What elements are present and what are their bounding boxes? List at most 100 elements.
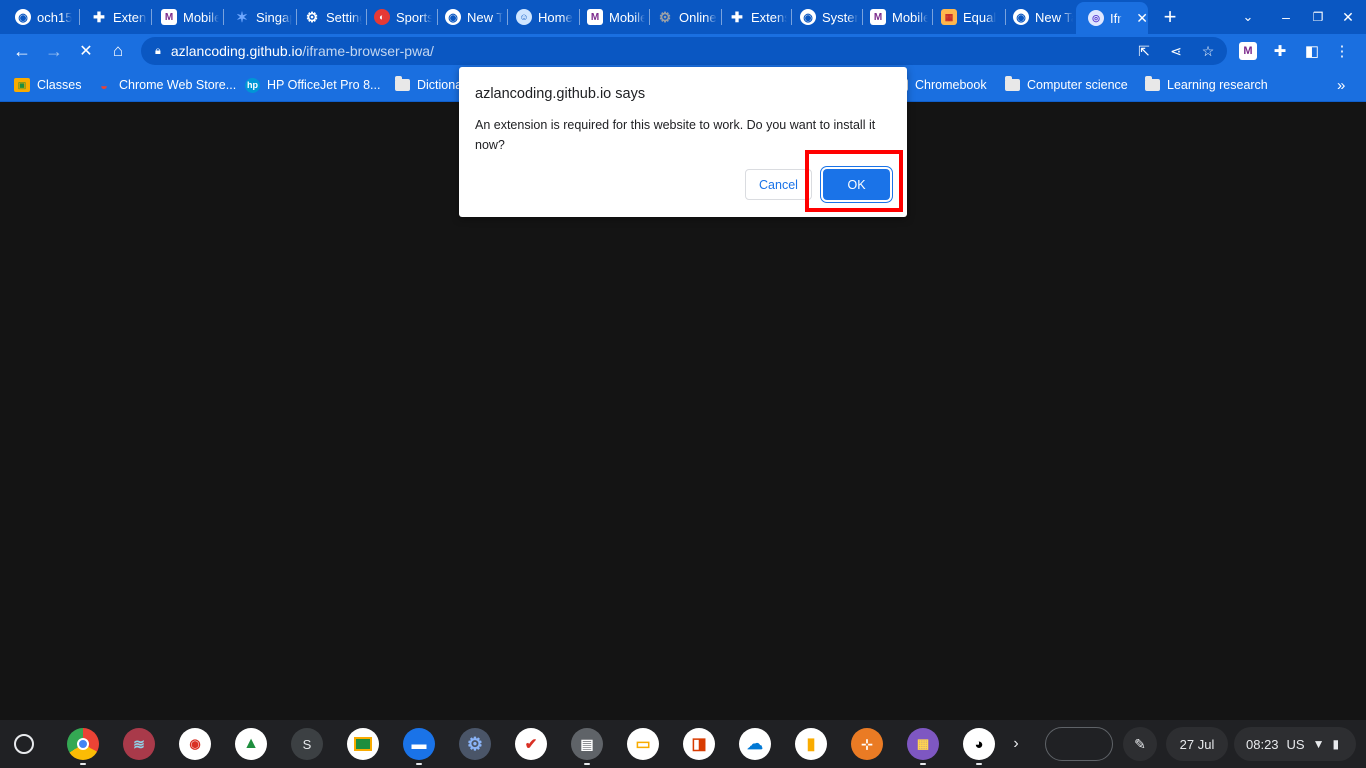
date-tray[interactable]: 27 Jul [1166,727,1228,761]
classroom-icon: ▣ [14,78,30,92]
tab-13[interactable]: M Mobile [858,3,928,31]
lock-icon[interactable]: 🔒︎ [155,45,161,58]
extensions-puzzle-icon[interactable]: ✚ [1271,42,1289,60]
running-indicator [416,763,422,765]
back-button[interactable]: ← [9,38,35,64]
restore-window-button[interactable]: ❐ [1307,6,1329,28]
open-in-app-icon[interactable]: ⇱ [1135,42,1153,60]
onedrive-app-icon[interactable]: ☁ [739,728,771,760]
url-path: /iframe-browser-pwa/ [302,43,434,59]
bookmark-hp-officejet[interactable]: hp HP OfficeJet Pro 8... [245,76,380,94]
wifi-icon: ▼ [1312,737,1325,751]
bookmark-chrome-web-store[interactable]: ◒ Chrome Web Store... [96,76,236,94]
s-app-icon[interactable]: S [291,728,323,760]
bookmark-folder-learning-research[interactable]: Learning research [1145,76,1268,94]
url-host: azlancoding.github.io [170,43,303,59]
gear-icon: ⚙ [658,8,672,25]
close-window-button[interactable]: ✕ [1337,6,1359,28]
more-bookmarks-chevron-icon[interactable]: » [1337,76,1345,94]
battery-icon: ▮ [1332,737,1340,751]
folder-icon [1145,76,1160,91]
tab-3[interactable]: M Mobile [149,3,219,31]
ok-highlight-box [805,150,903,212]
tab-10[interactable]: ⚙ Online [645,3,717,31]
bookmark-folder-computer-science[interactable]: Computer science [1005,76,1128,94]
side-panel-icon[interactable]: ◧ [1303,42,1321,60]
tab-14[interactable]: ▦ Equal [929,3,1001,31]
forward-button[interactable]: → [41,38,67,64]
mail-app-icon[interactable]: ✔ [515,728,547,760]
bookmark-star-icon[interactable]: ☆ [1199,42,1217,60]
bookmark-classes[interactable]: ▣ Classes [14,76,81,94]
home-button[interactable]: ⌂ [105,38,131,64]
chrome-icon: ◉ [15,9,31,25]
webstore-icon: ◒ [100,77,108,93]
tab-5[interactable]: ⚙Settings [292,3,362,31]
tab-9[interactable]: M Mobile [575,3,645,31]
new-tab-button[interactable]: + [1159,4,1181,29]
chevron-right-icon[interactable]: › [1001,728,1031,760]
tab-4[interactable]: ✶Singapore [222,3,292,31]
puzzle-icon: ✚ [731,8,743,25]
address-bar[interactable]: 🔒︎ azlancoding.github.io/iframe-browser-… [141,37,1227,65]
minimize-window-button[interactable]: – [1275,6,1297,28]
chrome-icon: ◉ [1013,9,1029,25]
running-indicator [584,763,590,765]
settings-app-icon[interactable]: ⚙ [459,728,491,760]
tab-active[interactable]: ◎ Ifr ✕ [1076,2,1148,34]
menu-kebab-icon[interactable]: ⋮ [1333,42,1351,60]
folder-icon [395,76,410,91]
drive-app-icon[interactable]: ▲ [235,728,267,760]
clock-time: 08:23 [1246,736,1279,752]
iframe-browser-icon: ◎ [1088,10,1104,26]
date-text: 27 Jul [1179,736,1215,752]
puzzle-icon: ✚ [93,8,105,25]
tab-8[interactable]: ☺ Home [504,3,578,31]
tab-11[interactable]: ✚Extensions [717,3,787,31]
tab-2[interactable]: ✚Extensions [79,3,147,31]
dialog-title: azlancoding.github.io says [475,86,646,102]
tab-12[interactable]: ◉System [788,3,858,31]
bookmark-folder-dictionary[interactable]: Dictiona [395,76,462,94]
office-app-icon[interactable]: ◨ [683,728,715,760]
tab-strip: ◉och15 ✚Extensions MMobile ✶Singapore ⚙S… [0,0,1366,34]
classroom-app-icon[interactable] [347,728,379,760]
canvas-app-icon[interactable]: ▦ [907,728,939,760]
mobile-icon: M [587,9,603,25]
tab-6[interactable]: ◐ Sports [362,3,432,31]
tab-15[interactable]: ◉New Tab [1001,3,1073,31]
keyboard-locale: US [1286,736,1305,752]
tab-search-chevron-icon[interactable]: ⌄ [1237,6,1259,28]
bookmark-folder-chromebook[interactable]: Chromebook [893,76,987,94]
network-app-icon[interactable]: ⊹ [851,728,883,760]
close-tab-icon[interactable]: ✕ [1136,10,1148,27]
launcher-button[interactable] [14,734,34,754]
tab-1[interactable]: ◉ och15 [3,3,75,31]
tab-7[interactable]: ◉New Tab [433,3,503,31]
stop-loading-button[interactable]: ✕ [73,38,99,64]
running-indicator [976,763,982,765]
running-indicator [920,763,926,765]
stylus-pen-icon[interactable]: ✎ [1123,727,1157,761]
docker-app-icon[interactable]: ≋ [123,728,155,760]
docs-app-icon[interactable]: ▤ [571,728,603,760]
globe-icon: ✶ [236,8,248,25]
chrome-icon: ◉ [800,9,816,25]
status-tray[interactable]: 08:23 US ▼ ▮ [1234,727,1356,761]
camera-app-icon[interactable]: ◉ [179,728,211,760]
folder-icon [1005,76,1020,91]
holding-space-tray[interactable] [1045,727,1113,761]
files-app-icon[interactable]: ▬ [403,728,435,760]
share-icon[interactable]: ⋖ [1167,42,1185,60]
slides-app-icon[interactable]: ▭ [627,728,659,760]
browser-toolbar: ← → ✕ ⌂ 🔒︎ azlancoding.github.io/iframe-… [0,34,1366,68]
chrome-icon: ◉ [445,9,461,25]
cancel-button[interactable]: Cancel [745,169,812,200]
mobile-extension-icon[interactable]: M [1239,42,1257,60]
chrome-app-icon[interactable] [67,728,99,760]
github-app-icon[interactable]: ◕ [963,728,995,760]
dialog-message: An extension is required for this websit… [475,118,876,152]
gear-icon: ⚙ [305,8,319,25]
keep-app-icon[interactable]: ▮ [795,728,827,760]
globe-icon: ☺ [516,9,532,25]
